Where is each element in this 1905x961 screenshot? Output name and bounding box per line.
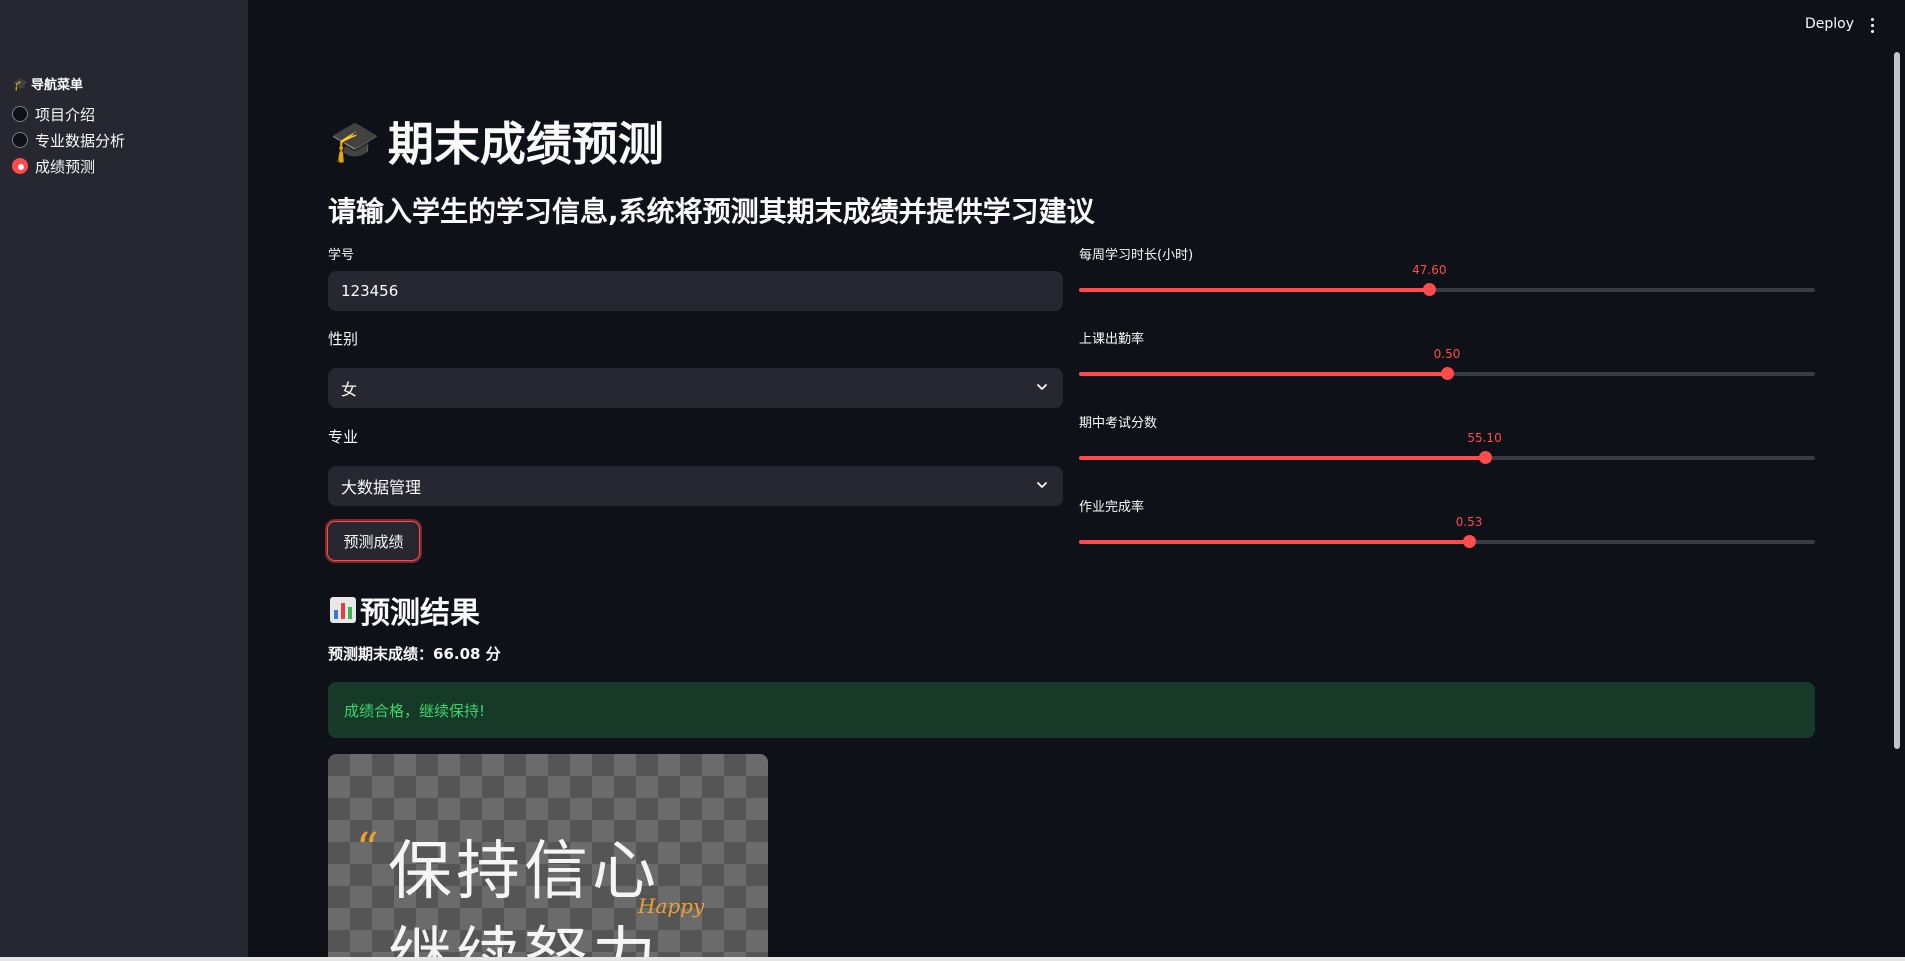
success-alert: 成绩合格，继续保持! [328,682,1815,738]
nav-item-project-intro[interactable]: 项目介绍 [12,101,125,127]
deploy-button[interactable]: Deploy [1805,16,1854,32]
success-message: 成绩合格，继续保持! [344,701,486,720]
radio-button[interactable] [12,106,28,122]
slider-label: 上课出勤率 [1079,332,1145,347]
gender-select[interactable]: 女 [328,368,1063,408]
chevron-down-icon [1037,384,1047,390]
attendance-slider[interactable]: 0.50 [1079,347,1815,380]
nav-item-label[interactable]: 项目介绍 [35,104,95,125]
slider-thumb[interactable] [1478,451,1492,464]
nav-item-label[interactable]: 成绩预测 [35,156,95,177]
student-id-input[interactable]: 123456 [328,271,1063,311]
sidebar: 🎓 导航菜单 项目介绍 专业数据分析 成绩预测 [0,0,248,961]
slider-fill [1079,540,1470,544]
major-label: 专业 [328,428,359,446]
page-title-text: 期末成绩预测 [387,117,664,171]
predict-button[interactable]: 预测成绩 [327,521,420,561]
page-subtitle: 请输入学生的学习信息,系统将预测其期末成绩并提供学习建议 [328,195,1095,228]
slider-fill [1079,372,1447,376]
nav-radio-group: 项目介绍 专业数据分析 成绩预测 [12,101,125,179]
vertical-scrollbar[interactable] [1894,52,1900,749]
bar-chart-icon [330,597,356,623]
major-select[interactable]: 大数据管理 [328,466,1063,506]
nav-menu-title: 🎓 导航菜单 [13,74,83,94]
slider-value: 55.10 [1467,431,1502,445]
study-hours-slider[interactable]: 47.60 [1079,263,1815,296]
result-heading: 预测结果 [330,588,480,632]
homework-completion-slider[interactable]: 0.53 [1079,515,1815,548]
slider-label: 期中考试分数 [1079,416,1158,431]
image-text-line1: 保持信心 [388,835,660,909]
gender-select-value: 女 [341,380,358,399]
major-select-value: 大数据管理 [341,478,422,497]
slider-fill [1079,456,1485,460]
quote-mark: “ [356,824,379,875]
horizontal-scrollbar[interactable] [0,957,1905,961]
image-text-line2: 继续努力 [388,921,660,961]
slider-thumb[interactable] [1441,367,1454,380]
chevron-down-icon [1037,482,1047,488]
slider-label: 每周学习时长(小时) [1079,248,1194,263]
nav-item-major-analysis[interactable]: 专业数据分析 [12,127,125,153]
nav-item-label[interactable]: 专业数据分析 [35,130,125,151]
slider-value: 0.50 [1433,347,1461,361]
predicted-score-text: 预测期末成绩：66.08 分 [328,645,501,663]
slider-thumb[interactable] [1463,535,1477,548]
slider-label: 作业完成率 [1079,500,1145,515]
student-id-label: 学号 [328,248,355,263]
gender-label: 性别 [328,330,359,348]
more-vertical-icon[interactable] [1864,13,1880,37]
radio-button[interactable] [12,132,28,148]
page-title: 🎓 期末成绩预测 [330,108,664,174]
result-heading-text: 预测结果 [360,596,480,631]
encouragement-image: “ 保持信心 Happy 继续努力 [328,754,768,961]
nav-menu-title-text: 导航菜单 [30,78,83,93]
midterm-score-slider[interactable]: 55.10 [1079,431,1815,464]
slider-value: 47.60 [1412,263,1447,277]
slider-fill [1079,288,1430,292]
graduation-cap-icon: 🎓 [13,76,28,91]
radio-button-selected[interactable] [12,158,28,174]
graduation-cap-icon: 🎓 [330,118,380,165]
nav-item-score-prediction[interactable]: 成绩预测 [12,153,125,179]
slider-thumb[interactable] [1423,283,1437,296]
slider-value: 0.53 [1455,515,1483,529]
